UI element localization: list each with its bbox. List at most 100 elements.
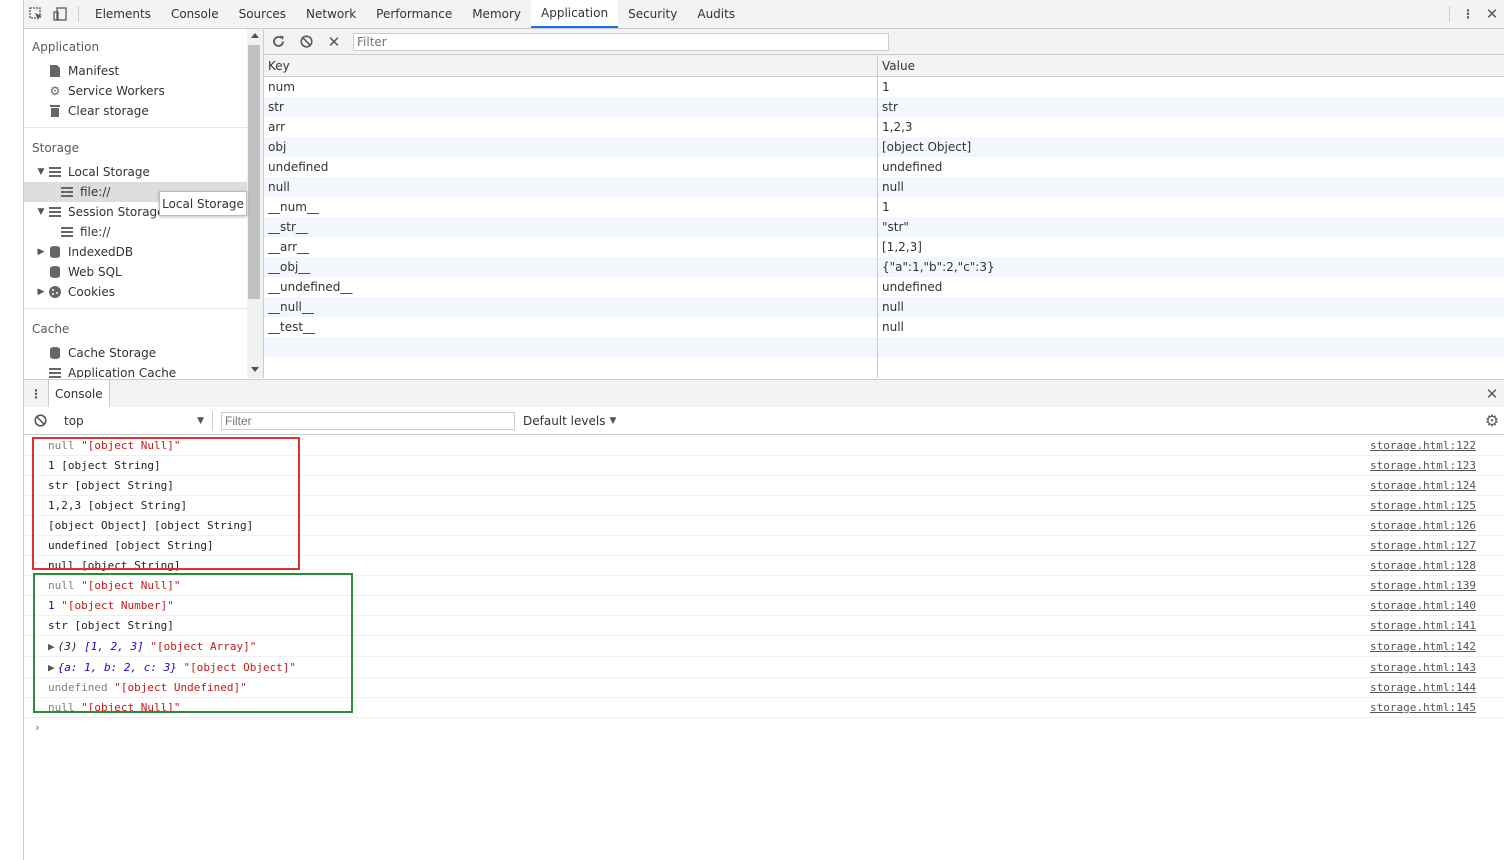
sidebar-item-service-workers[interactable]: ⚙ Service Workers xyxy=(24,81,247,101)
table-row[interactable]: __obj__ {"a":1,"b":2,"c":3} xyxy=(264,257,1504,277)
cell-value[interactable]: str xyxy=(877,97,1504,117)
tab-memory[interactable]: Memory xyxy=(462,0,531,28)
tab-console-drawer[interactable]: Console xyxy=(48,380,110,407)
tab-elements[interactable]: Elements xyxy=(85,0,161,28)
source-link[interactable]: storage.html:143 xyxy=(1370,661,1476,674)
cell-value[interactable] xyxy=(877,337,1504,357)
source-link[interactable]: storage.html:126 xyxy=(1370,519,1476,532)
source-link[interactable]: storage.html:125 xyxy=(1370,499,1476,512)
table-row[interactable]: num 1 xyxy=(264,76,1504,98)
sidebar-item-local-storage[interactable]: ▼ Local Storage xyxy=(24,162,247,182)
close-drawer-icon[interactable]: ✕ xyxy=(1480,385,1504,403)
table-row[interactable]: __undefined__ undefined xyxy=(264,277,1504,297)
cell-value[interactable]: {"a":1,"b":2,"c":3} xyxy=(877,257,1504,277)
cell-key[interactable]: __test__ xyxy=(264,317,878,337)
cell-value[interactable]: null xyxy=(877,297,1504,317)
clear-console-icon[interactable] xyxy=(24,414,56,427)
device-toolbar-icon[interactable] xyxy=(48,0,72,28)
tab-security[interactable]: Security xyxy=(618,0,687,28)
clear-all-icon[interactable] xyxy=(292,35,320,48)
sidebar-item-cookies[interactable]: ▶ Cookies xyxy=(24,282,247,302)
sidebar-item-session-file[interactable]: file:// xyxy=(24,222,247,242)
tab-application[interactable]: Application xyxy=(531,0,619,28)
table-row[interactable]: str str xyxy=(264,97,1504,117)
expanded-arrow-icon[interactable]: ▼ xyxy=(36,167,46,177)
collapsed-arrow-icon[interactable]: ▶ xyxy=(36,287,46,297)
table-row[interactable]: null null xyxy=(264,177,1504,197)
table-row[interactable]: __test__ null xyxy=(264,317,1504,337)
refresh-icon[interactable] xyxy=(264,35,292,48)
cell-key[interactable]: str xyxy=(264,97,878,117)
source-link[interactable]: storage.html:139 xyxy=(1370,579,1476,592)
cell-key[interactable]: __obj__ xyxy=(264,257,878,277)
console-settings-gear-icon[interactable]: ⚙ xyxy=(1480,411,1504,430)
log-levels-dropdown[interactable]: Default levels ▼ xyxy=(523,414,616,428)
sidebar-item-websql[interactable]: Web SQL xyxy=(24,262,247,282)
source-link[interactable]: storage.html:141 xyxy=(1370,619,1476,632)
source-link[interactable]: storage.html:123 xyxy=(1370,459,1476,472)
table-row[interactable]: obj [object Object] xyxy=(264,137,1504,157)
delete-selected-icon[interactable]: ✕ xyxy=(320,33,348,51)
more-options-icon[interactable]: ⋮ xyxy=(1456,0,1480,28)
column-header-value[interactable]: Value xyxy=(877,55,1504,77)
cell-value[interactable]: "str" xyxy=(877,217,1504,237)
scroll-up-icon[interactable] xyxy=(251,33,259,38)
storage-filter-input[interactable] xyxy=(353,32,889,51)
table-row[interactable]: arr 1,2,3 xyxy=(264,117,1504,137)
sidebar-item-clear-storage[interactable]: Clear storage xyxy=(24,101,247,121)
tab-console[interactable]: Console xyxy=(161,0,229,28)
cell-key[interactable]: __num__ xyxy=(264,197,878,217)
source-link[interactable]: storage.html:127 xyxy=(1370,539,1476,552)
sidebar-scrollbar[interactable] xyxy=(247,29,264,378)
cell-key[interactable]: num xyxy=(264,76,878,97)
cell-key[interactable]: null xyxy=(264,177,878,197)
expanded-arrow-icon[interactable]: ▼ xyxy=(36,207,46,217)
source-link[interactable]: storage.html:124 xyxy=(1370,479,1476,492)
context-selector[interactable]: top ▼ xyxy=(64,410,213,431)
cell-key[interactable]: __arr__ xyxy=(264,237,878,257)
cell-value[interactable]: null xyxy=(878,317,1504,337)
table-row[interactable]: undefined undefined xyxy=(264,157,1504,177)
source-link[interactable]: storage.html:142 xyxy=(1370,640,1476,653)
tab-audits[interactable]: Audits xyxy=(687,0,745,28)
drawer-menu-icon[interactable]: ⋮ xyxy=(24,387,48,401)
sidebar-item-application-cache[interactable]: Application Cache xyxy=(24,363,247,378)
tab-sources[interactable]: Sources xyxy=(229,0,296,28)
cell-key[interactable]: undefined xyxy=(264,157,878,177)
scrollbar-thumb[interactable] xyxy=(248,45,260,299)
collapsed-arrow-icon[interactable]: ▶ xyxy=(36,247,46,257)
cell-value[interactable]: null xyxy=(877,177,1504,197)
source-link[interactable]: storage.html:144 xyxy=(1370,681,1476,694)
cell-key[interactable]: arr xyxy=(264,117,878,137)
cell-key[interactable] xyxy=(264,337,878,357)
source-link[interactable]: storage.html:122 xyxy=(1370,439,1476,452)
table-row[interactable]: __arr__ [1,2,3] xyxy=(264,237,1504,257)
sidebar-item-manifest[interactable]: Manifest xyxy=(24,61,247,81)
cell-value[interactable]: [1,2,3] xyxy=(878,237,1504,257)
scroll-down-icon[interactable] xyxy=(251,367,259,372)
table-row[interactable]: __str__ "str" xyxy=(264,217,1504,237)
table-row[interactable]: __num__ 1 xyxy=(264,197,1504,217)
close-devtools-icon[interactable]: ✕ xyxy=(1480,0,1504,28)
console-filter-input[interactable] xyxy=(221,411,515,430)
cell-value[interactable]: undefined xyxy=(878,277,1504,297)
cell-key[interactable]: obj xyxy=(264,137,878,157)
cell-value[interactable]: [object Object] xyxy=(877,137,1504,157)
tab-performance[interactable]: Performance xyxy=(366,0,462,28)
source-link[interactable]: storage.html:140 xyxy=(1370,599,1476,612)
column-header-key[interactable]: Key xyxy=(264,55,878,77)
tab-network[interactable]: Network xyxy=(296,0,366,28)
table-row[interactable] xyxy=(264,337,1504,357)
cell-value[interactable]: undefined xyxy=(878,157,1504,177)
sidebar-item-indexeddb[interactable]: ▶ IndexedDB xyxy=(24,242,247,262)
cell-key[interactable]: __undefined__ xyxy=(264,277,878,297)
console-prompt[interactable]: › xyxy=(24,718,1504,737)
cell-value[interactable]: 1 xyxy=(878,197,1504,217)
cell-value[interactable]: 1,2,3 xyxy=(878,117,1504,137)
cell-value[interactable]: 1 xyxy=(878,77,1504,98)
cell-key[interactable]: __str__ xyxy=(264,217,878,237)
inspect-element-icon[interactable] xyxy=(24,0,48,28)
cell-key[interactable]: __null__ xyxy=(264,297,878,317)
source-link[interactable]: storage.html:145 xyxy=(1370,701,1476,714)
source-link[interactable]: storage.html:128 xyxy=(1370,559,1476,572)
